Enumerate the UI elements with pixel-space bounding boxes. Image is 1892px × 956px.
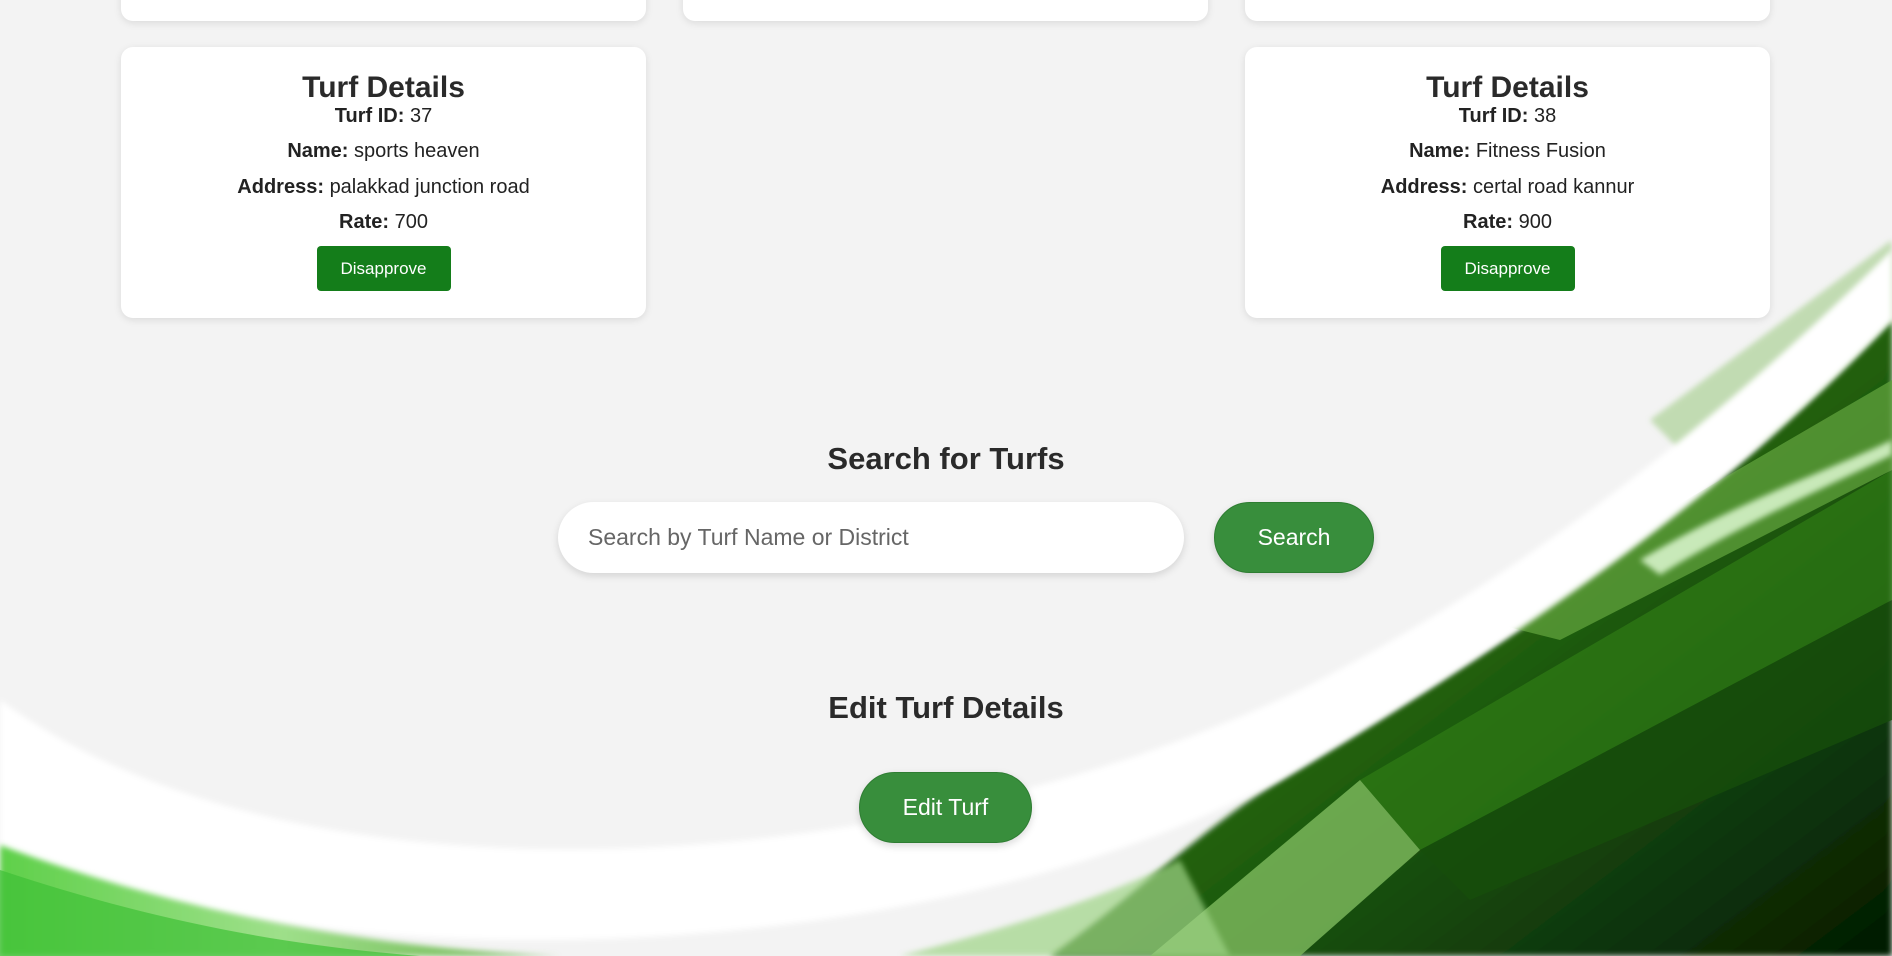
turf-id-label: Turf ID:: [334, 105, 405, 127]
turf-rate-value: 900: [1518, 211, 1552, 233]
page: Turf Details Turf ID: 37 Name: sports he…: [0, 0, 1892, 956]
edit-section-title: Edit Turf Details: [828, 690, 1064, 725]
turf-card-partial: [121, 0, 646, 21]
turf-id-value: 37: [409, 105, 433, 127]
edit-turf-button[interactable]: Edit Turf: [859, 772, 1032, 843]
turf-id-row: Turf ID: 37: [121, 104, 646, 128]
turf-rate-value: 700: [394, 211, 428, 233]
turf-address-label: Address:: [1380, 176, 1468, 198]
search-button[interactable]: Search: [1214, 502, 1374, 573]
turf-name-row: Name: sports heaven: [121, 139, 646, 163]
turf-card: Turf Details Turf ID: 37 Name: sports he…: [121, 47, 646, 318]
main-content: Turf Details Turf ID: 37 Name: sports he…: [0, 0, 1892, 956]
turf-address-row: Address: certal road kannur: [1245, 175, 1770, 199]
turf-address-value: palakkad junction road: [329, 176, 530, 198]
card-title: Turf Details: [302, 71, 465, 104]
turf-name-value: Fitness Fusion: [1475, 140, 1606, 162]
turf-id-label: Turf ID:: [1458, 105, 1529, 127]
turf-address-row: Address: palakkad junction road: [121, 175, 646, 199]
turf-rate-label: Rate:: [339, 211, 390, 233]
turf-rate-row: Rate: 900: [1245, 210, 1770, 234]
turf-card-partial: [683, 0, 1208, 21]
disapprove-button[interactable]: Disapprove: [1440, 246, 1575, 291]
disapprove-button[interactable]: Disapprove: [316, 246, 451, 291]
turf-name-label: Name:: [1409, 140, 1471, 162]
turf-id-row: Turf ID: 38: [1245, 104, 1770, 128]
turf-name-value: sports heaven: [354, 140, 480, 162]
turf-rate-row: Rate: 700: [121, 210, 646, 234]
turf-card: Turf Details Turf ID: 38 Name: Fitness F…: [1245, 47, 1770, 318]
turf-address-label: Address:: [237, 176, 324, 198]
turf-address-value: certal road kannur: [1473, 176, 1635, 198]
card-title: Turf Details: [1426, 71, 1589, 104]
turf-rate-label: Rate:: [1463, 211, 1514, 233]
turf-name-label: Name:: [287, 140, 349, 162]
search-section-title: Search for Turfs: [827, 441, 1065, 476]
turf-card-partial: [1245, 0, 1770, 21]
turf-id-value: 38: [1533, 105, 1557, 127]
search-input[interactable]: [558, 502, 1184, 573]
turf-name-row: Name: Fitness Fusion: [1245, 139, 1770, 163]
